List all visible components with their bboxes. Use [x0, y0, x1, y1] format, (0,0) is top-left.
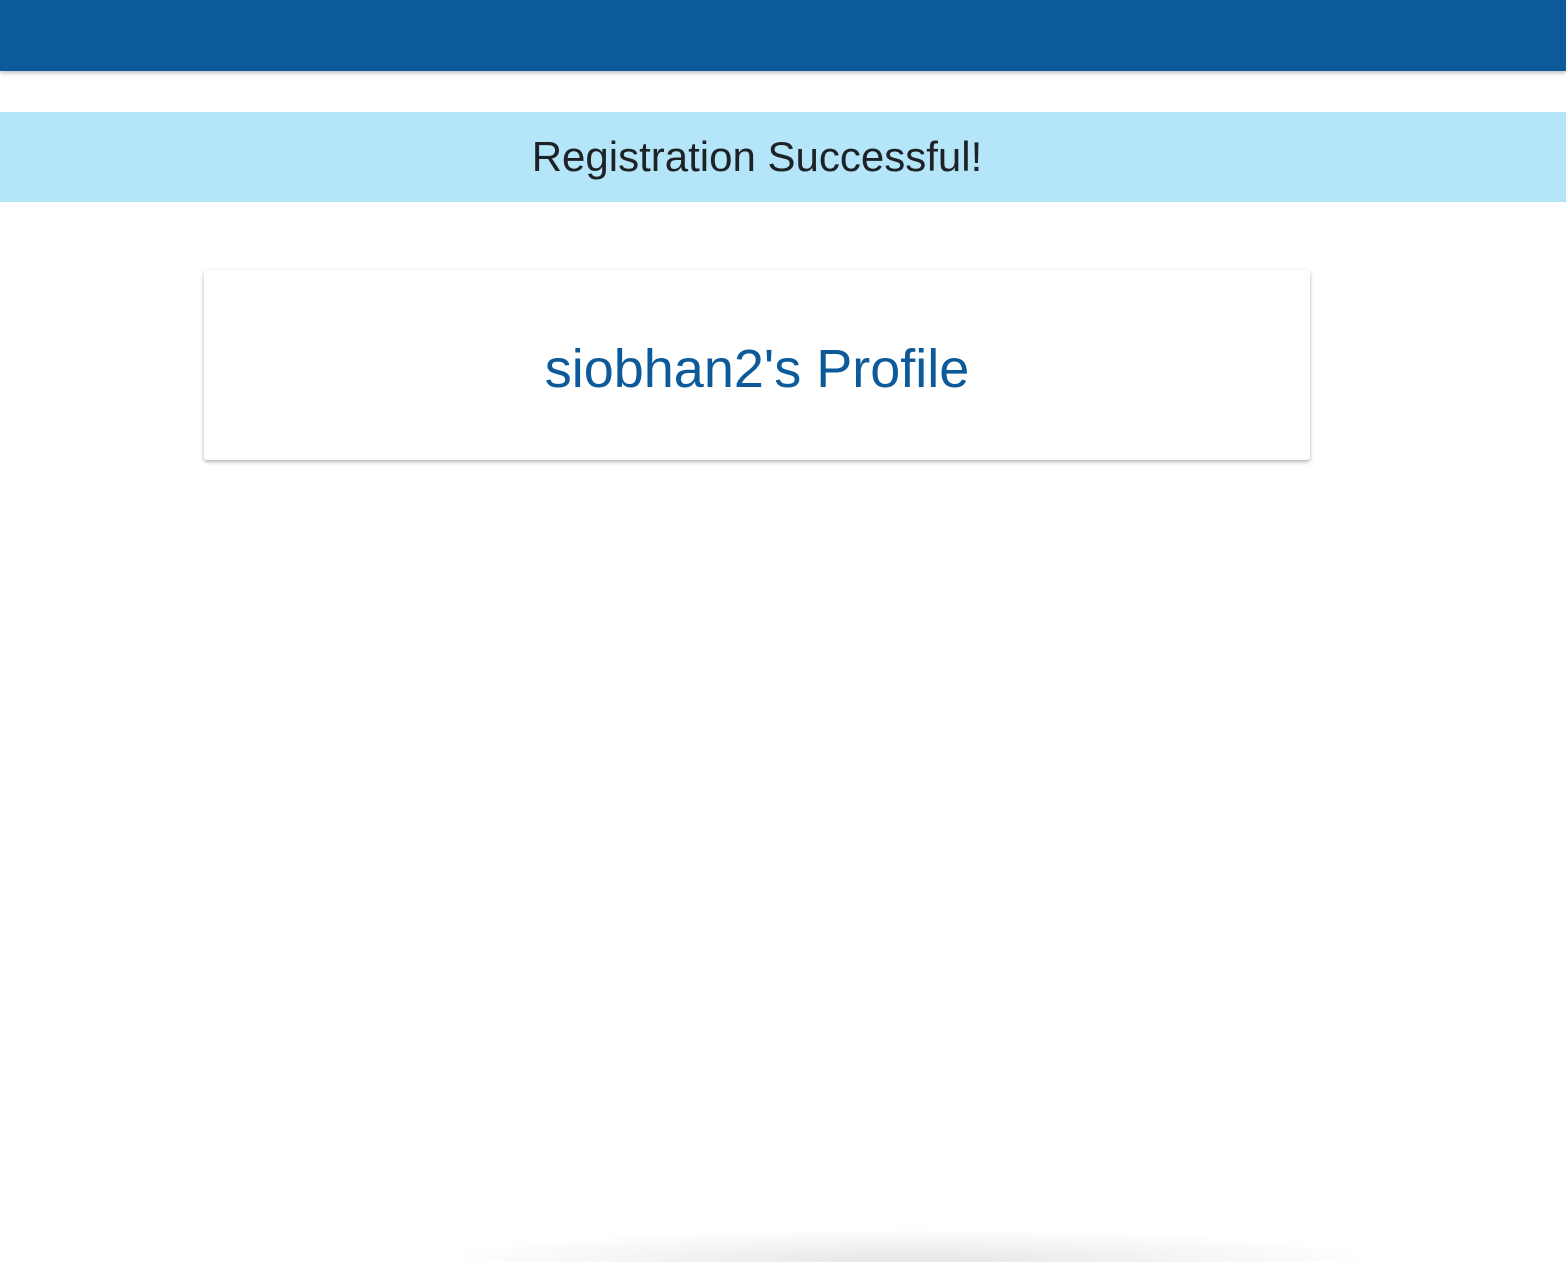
top-nav-bar [0, 0, 1566, 71]
success-alert-message: Registration Successful! [531, 133, 983, 180]
profile-title: siobhan2's Profile [544, 339, 970, 399]
bottom-shadow [460, 1230, 1360, 1262]
success-alert: Registration Successful! [0, 112, 1566, 202]
profile-card: siobhan2's Profile [204, 270, 1310, 460]
